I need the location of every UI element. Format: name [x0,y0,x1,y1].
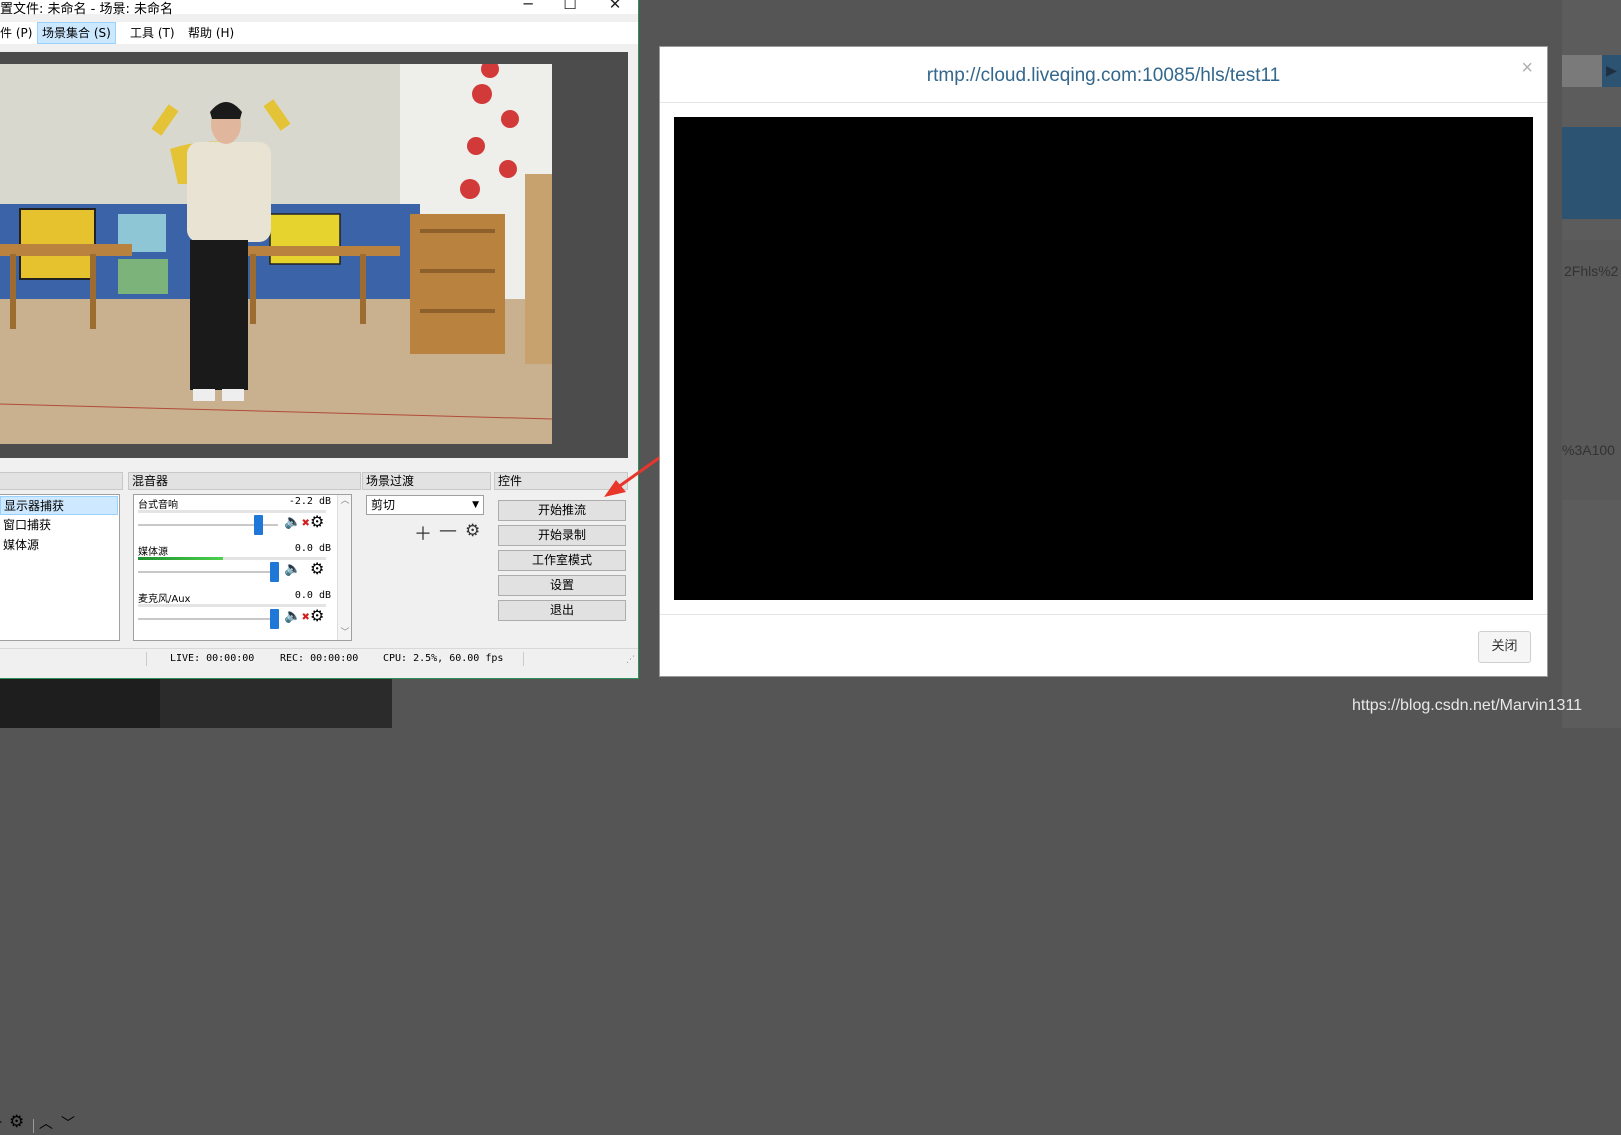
preview-video-frame [0,64,552,444]
volume-meter [138,604,326,607]
mixer-scrollbar[interactable]: ︿ ﹀ [337,495,351,640]
background-block [1562,240,1621,500]
source-item-media-source[interactable]: 媒体源 [0,536,118,555]
modal-footer-divider [660,614,1547,615]
mixer-channel-name: 麦克风/Aux [138,594,191,605]
mixer-channel-name: 台式音响 [138,500,178,511]
add-transition-icon[interactable]: ＋ [414,520,432,546]
volume-slider[interactable] [138,571,278,573]
status-cpu: CPU: 2.5%, 60.00 fps [383,653,504,664]
sources-list: 显示器捕获 窗口捕获 媒体源 - ⚙ ︿ ﹀ [0,494,120,1133]
settings-button[interactable]: 设置 [498,575,626,596]
obs-window: 置文件: 未命名 - 场景: 未命名 ─ ☐ ✕ 件 (P) 场景集合 (S) … [0,0,639,1133]
speaker-muted-icon[interactable]: 🔈✖ [284,608,310,624]
status-divider [146,652,147,666]
volume-slider-thumb[interactable] [270,562,279,582]
transition-select[interactable]: 剪切 ▼ [366,495,484,515]
chevron-down-icon: ▼ [472,500,479,510]
gear-icon[interactable]: ⚙ [465,521,480,541]
gear-icon[interactable]: ⚙ [310,559,324,578]
close-icon[interactable]: × [1521,57,1533,80]
maximize-button[interactable]: ☐ [550,0,590,14]
source-item-display-capture[interactable]: 显示器捕获 [0,496,118,515]
dock-title-sources [0,472,123,490]
transition-select-value: 剪切 [371,498,396,512]
menu-help[interactable]: 帮助 (H) [184,22,238,44]
status-live: LIVE: 00:00:00 [170,653,255,664]
remove-source-icon[interactable]: - [0,1114,2,1130]
mixer-channel-name: 媒体源 [138,547,168,558]
volume-slider[interactable] [138,618,278,620]
toolbar-divider [33,1119,34,1133]
mixer-channel-db: 0.0 dB [294,543,331,554]
close-window-button[interactable]: ✕ [595,0,635,14]
menu-tools[interactable]: 工具 (T) [126,22,179,44]
move-up-icon[interactable]: ︿ [39,1113,53,1133]
dock-title-mixer: 混音器 [128,472,361,490]
start-recording-button[interactable]: 开始录制 [498,525,626,546]
sources-toolbar: - ⚙ ︿ ﹀ [0,1112,119,1135]
gear-icon[interactable]: ⚙ [9,1112,24,1132]
gear-icon[interactable]: ⚙ [310,606,324,625]
status-bar: LIVE: 00:00:00 REC: 00:00:00 CPU: 2.5%, … [0,648,638,668]
play-icon[interactable]: ▶ [1602,55,1621,87]
mixer-channel-db: 0.0 dB [294,590,331,601]
background-band [1562,127,1621,219]
exit-button[interactable]: 退出 [498,600,626,621]
move-down-icon[interactable]: ﹀ [61,1113,75,1133]
background-panel-dark [0,676,160,728]
watermark: https://blog.csdn.net/Marvin1311 [1352,697,1583,714]
volume-slider-thumb[interactable] [253,515,263,535]
status-divider [523,652,524,666]
video-player-modal: rtmp://cloud.liveqing.com:10085/hls/test… [659,46,1548,677]
modal-title: rtmp://cloud.liveqing.com:10085/hls/test… [926,65,1281,86]
minimize-button[interactable]: ─ [508,0,548,14]
source-item-window-capture[interactable]: 窗口捕获 [0,516,118,535]
remove-transition-icon[interactable]: — [439,520,457,541]
background-text-fragment: 2Fhls%2 [1564,263,1619,279]
speaker-muted-icon[interactable]: 🔈✖ [284,514,310,530]
menu-profile[interactable]: 件 (P) [0,22,36,44]
gear-icon[interactable]: ⚙ [310,512,324,531]
studio-mode-button[interactable]: 工作室模式 [498,550,626,571]
audio-mixer: 台式音响 -2.2 dB 🔈✖ ⚙ 媒体源 0.0 dB 🔈 ⚙ 麦克风/Aux 0.0 dB 🔈✖… [133,494,352,641]
resize-grip-icon[interactable]: ⋰ [626,655,635,665]
background-text-fragment: %3A100 [1562,442,1615,458]
volume-meter [138,557,326,560]
video-player[interactable] [674,117,1533,600]
mixer-channel-db: -2.2 dB [288,496,331,507]
close-button[interactable]: 关闭 [1478,631,1531,663]
volume-meter [138,510,326,513]
status-rec: REC: 00:00:00 [280,653,359,664]
speaker-icon[interactable]: 🔈 [284,561,301,577]
dock-title-transitions: 场景过渡 [362,472,491,490]
volume-meter-level [138,557,223,560]
volume-slider-thumb[interactable] [270,609,279,629]
menu-bar: 件 (P) 场景集合 (S) 工具 (T) 帮助 (H) [0,22,638,44]
window-title: 置文件: 未命名 - 场景: 未命名 [0,2,173,17]
modal-header-divider [660,102,1547,103]
menu-scene-collection[interactable]: 场景集合 (S) [37,22,116,44]
background-input [1562,55,1602,87]
